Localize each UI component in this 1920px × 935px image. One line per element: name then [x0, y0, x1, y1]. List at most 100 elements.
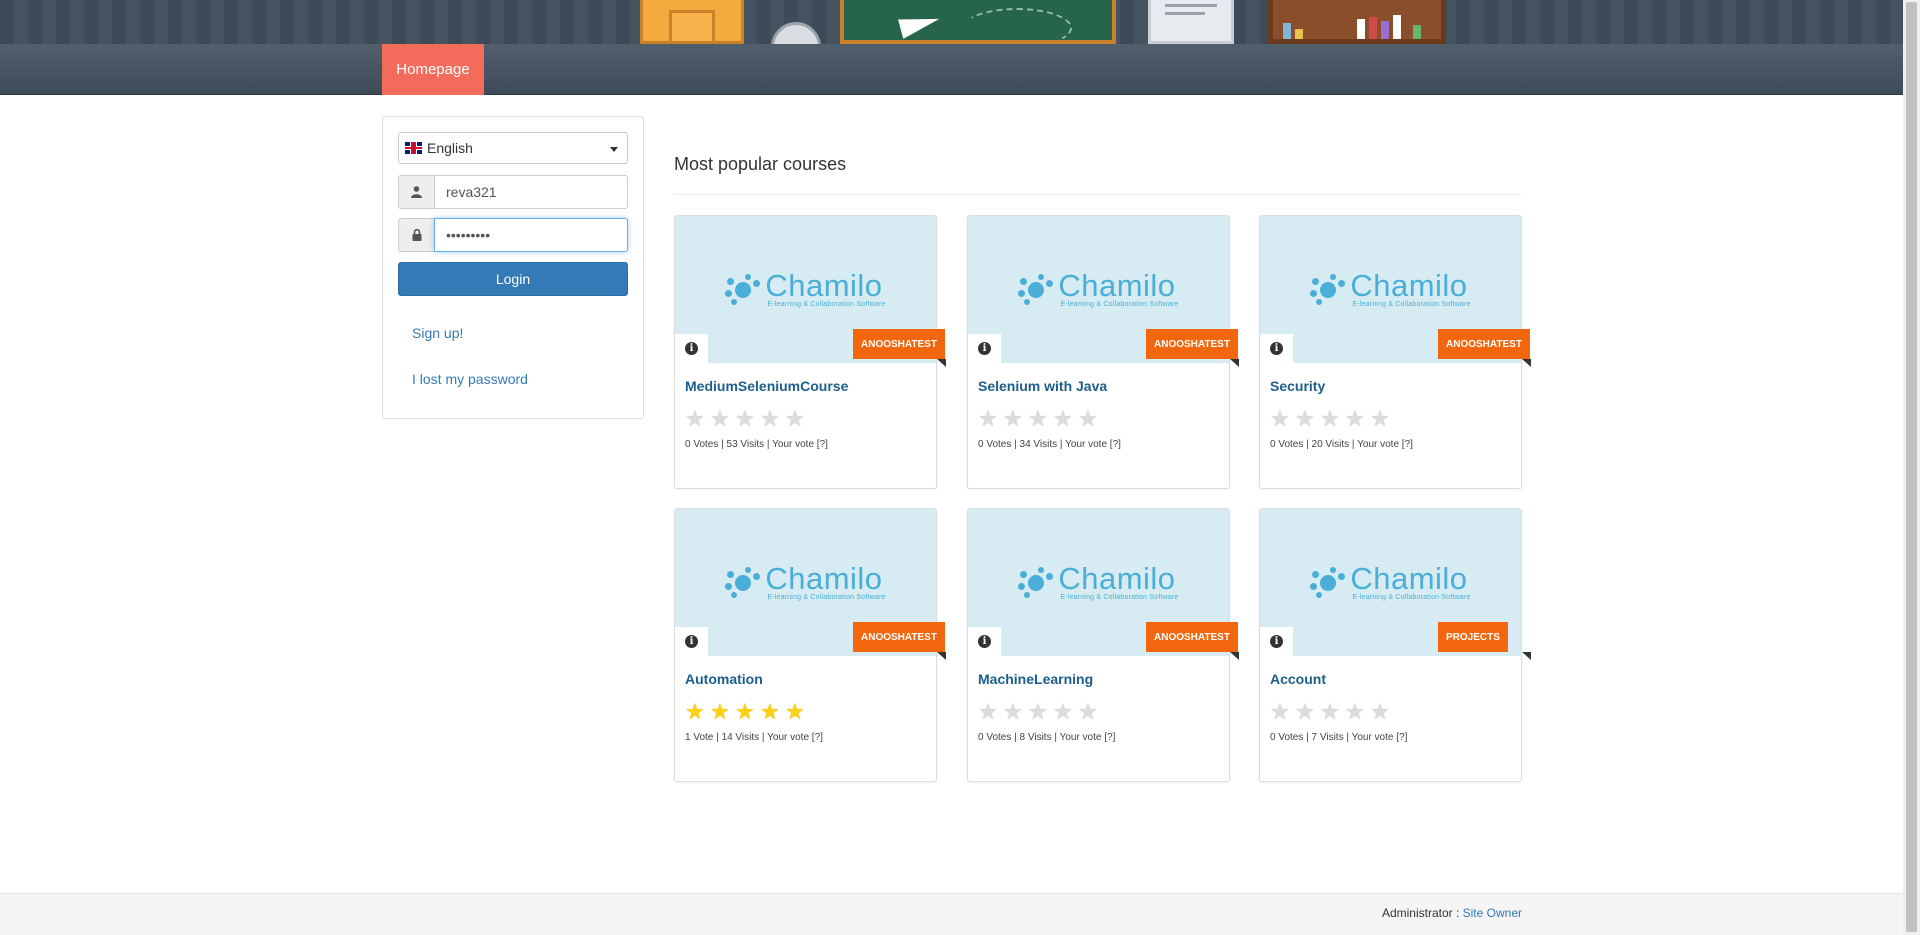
- star-icon[interactable]: ★: [735, 408, 760, 430]
- star-icon[interactable]: ★: [685, 701, 710, 723]
- star-icon[interactable]: ★: [785, 408, 810, 430]
- course-category-tag[interactable]: PROJECTS: [1438, 622, 1508, 652]
- course-info-button[interactable]: i: [968, 627, 1001, 656]
- course-card: Chamilo E-learning & Collaboration Softwa…: [1259, 215, 1531, 489]
- star-icon[interactable]: ★: [1345, 408, 1370, 430]
- nav-homepage[interactable]: Homepage: [382, 44, 484, 95]
- footer-admin: Administrator : Site Owner: [1382, 906, 1522, 920]
- course-title[interactable]: MachineLearning: [978, 671, 1093, 687]
- scrollbar[interactable]: [1903, 0, 1920, 935]
- door-illustration: [640, 0, 744, 44]
- course-title[interactable]: Security: [1270, 378, 1325, 394]
- vote-summary: 0 Votes | 8 Visits | Your vote [?]: [978, 732, 1116, 743]
- tag-fold: [1522, 652, 1531, 660]
- star-icon[interactable]: ★: [1295, 408, 1320, 430]
- course-card: Chamilo E-learning & Collaboration Softwa…: [674, 508, 946, 782]
- vote-help-link[interactable]: [?]: [1104, 732, 1115, 743]
- star-icon[interactable]: ★: [978, 408, 1003, 430]
- star-icon[interactable]: ★: [978, 701, 1003, 723]
- star-icon[interactable]: ★: [785, 701, 810, 723]
- star-icon[interactable]: ★: [1320, 408, 1345, 430]
- logo-subtitle: E-learning & Collaboration Software: [767, 594, 886, 601]
- course-category-tag[interactable]: ANOOSHATEST: [853, 622, 945, 652]
- vote-help-link[interactable]: [?]: [817, 439, 828, 450]
- section-divider: [674, 194, 1522, 195]
- course-info-button[interactable]: i: [675, 627, 708, 656]
- course-title[interactable]: MediumSeleniumCourse: [685, 378, 848, 394]
- star-icon[interactable]: ★: [685, 408, 710, 430]
- username-group: [398, 175, 628, 209]
- chevron-down-icon: [610, 147, 618, 152]
- password-input[interactable]: [434, 218, 628, 252]
- login-button[interactable]: Login: [398, 262, 628, 296]
- tag-fold: [937, 359, 946, 367]
- your-vote-label: Your vote: [1351, 732, 1394, 743]
- info-icon: i: [685, 342, 698, 355]
- star-icon[interactable]: ★: [1003, 701, 1028, 723]
- scrollbar-thumb[interactable]: [1906, 2, 1917, 932]
- vote-help-link[interactable]: [?]: [812, 732, 823, 743]
- chamilo-mark-icon: [1310, 273, 1346, 306]
- star-icon[interactable]: ★: [1053, 701, 1078, 723]
- star-rating: ★ ★ ★ ★ ★: [978, 408, 1103, 430]
- footer-admin-link[interactable]: Site Owner: [1463, 906, 1522, 920]
- clock-illustration: [771, 22, 821, 44]
- course-info-button[interactable]: i: [968, 334, 1001, 363]
- star-icon[interactable]: ★: [710, 701, 735, 723]
- star-icon[interactable]: ★: [1270, 701, 1295, 723]
- vote-summary: 0 Votes | 7 Visits | Your vote [?]: [1270, 732, 1408, 743]
- course-info-button[interactable]: i: [675, 334, 708, 363]
- vote-count: 0 Votes: [685, 439, 719, 450]
- vote-help-link[interactable]: [?]: [1110, 439, 1121, 450]
- course-title[interactable]: Account: [1270, 671, 1326, 687]
- visit-count: 34 Visits: [1019, 439, 1058, 450]
- star-icon[interactable]: ★: [1370, 701, 1395, 723]
- course-info-button[interactable]: i: [1260, 334, 1293, 363]
- star-icon[interactable]: ★: [1078, 701, 1103, 723]
- username-input[interactable]: [434, 175, 628, 209]
- star-icon[interactable]: ★: [1078, 408, 1103, 430]
- vote-help-link[interactable]: [?]: [1396, 732, 1407, 743]
- star-icon[interactable]: ★: [1028, 408, 1053, 430]
- star-rating: ★ ★ ★ ★ ★: [685, 408, 810, 430]
- footer: Administrator : Site Owner: [0, 893, 1903, 935]
- info-icon: i: [1270, 342, 1283, 355]
- star-icon[interactable]: ★: [1003, 408, 1028, 430]
- course-category-tag[interactable]: ANOOSHATEST: [1438, 329, 1530, 359]
- course-title[interactable]: Automation: [685, 671, 763, 687]
- star-icon[interactable]: ★: [1028, 701, 1053, 723]
- star-icon[interactable]: ★: [735, 701, 760, 723]
- star-icon[interactable]: ★: [1270, 408, 1295, 430]
- signup-link[interactable]: Sign up!: [412, 325, 463, 341]
- user-icon: [398, 175, 434, 209]
- chamilo-logo: Chamilo E-learning & Collaboration Softwa…: [1018, 270, 1178, 308]
- chamilo-mark-icon: [1018, 566, 1054, 599]
- visit-count: 20 Visits: [1311, 439, 1350, 450]
- star-rating: ★ ★ ★ ★ ★: [978, 701, 1103, 723]
- password-group: [398, 218, 628, 252]
- star-icon[interactable]: ★: [1345, 701, 1370, 723]
- course-category-tag[interactable]: ANOOSHATEST: [853, 329, 945, 359]
- course-title[interactable]: Selenium with Java: [978, 378, 1107, 394]
- vote-help-link[interactable]: [?]: [1402, 439, 1413, 450]
- course-category-tag[interactable]: ANOOSHATEST: [1146, 329, 1238, 359]
- logo-word: Chamilo: [765, 268, 883, 303]
- course-info-button[interactable]: i: [1260, 627, 1293, 656]
- visit-count: 14 Visits: [721, 732, 760, 743]
- star-icon[interactable]: ★: [1320, 701, 1345, 723]
- lost-password-link[interactable]: I lost my password: [412, 371, 528, 387]
- star-icon[interactable]: ★: [1053, 408, 1078, 430]
- star-icon[interactable]: ★: [760, 408, 785, 430]
- star-icon[interactable]: ★: [760, 701, 785, 723]
- course-category-tag[interactable]: ANOOSHATEST: [1146, 622, 1238, 652]
- star-icon[interactable]: ★: [1295, 701, 1320, 723]
- star-icon[interactable]: ★: [1370, 408, 1395, 430]
- section-title: Most popular courses: [674, 154, 847, 174]
- vote-summary: 1 Vote | 14 Visits | Your vote [?]: [685, 732, 823, 743]
- logo-subtitle: E-learning & Collaboration Software: [767, 301, 886, 308]
- star-icon[interactable]: ★: [710, 408, 735, 430]
- star-rating: ★ ★ ★ ★ ★: [685, 701, 810, 723]
- language-select[interactable]: English: [398, 132, 628, 164]
- chamilo-logo: Chamilo E-learning & Collaboration Softwa…: [725, 268, 886, 308]
- vote-summary: 0 Votes | 20 Visits | Your vote [?]: [1270, 439, 1413, 450]
